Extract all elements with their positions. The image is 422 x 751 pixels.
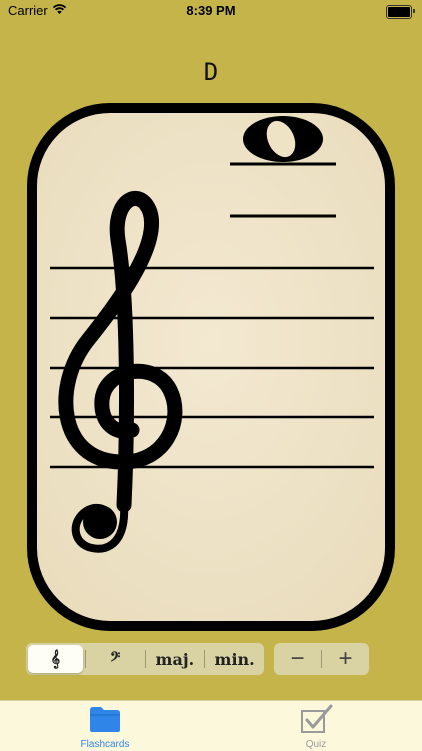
tab-flashcards[interactable]: Flashcards: [65, 704, 145, 750]
segment-major-label: maj.: [155, 649, 195, 669]
segment-major[interactable]: maj.: [148, 645, 203, 673]
tab-flashcards-label: Flashcards: [80, 739, 130, 750]
whole-note: [243, 116, 323, 162]
segment-bass[interactable]: 𝄢: [88, 645, 143, 673]
divider: [144, 650, 146, 668]
checkbox-icon: [301, 704, 333, 733]
stepper: − +: [274, 643, 369, 675]
divider: [84, 650, 86, 668]
minus-button[interactable]: −: [274, 643, 321, 675]
plus-button[interactable]: +: [322, 643, 369, 675]
flashcard[interactable]: [0, 0, 422, 700]
clef-key-segmented-control: 𝄞 𝄢 maj. min.: [26, 643, 264, 675]
tab-quiz[interactable]: Quiz: [276, 704, 356, 750]
segment-minor-label: min.: [214, 649, 255, 669]
tab-quiz-label: Quiz: [305, 739, 327, 750]
divider: [204, 650, 206, 668]
tab-bar: Flashcards Quiz: [0, 700, 422, 751]
segment-treble[interactable]: 𝄞: [28, 645, 83, 673]
treble-clef-icon: 𝄞: [50, 649, 61, 668]
folder-icon: [90, 707, 120, 732]
segment-minor[interactable]: min.: [207, 645, 262, 673]
bass-clef-icon: 𝄢: [109, 649, 121, 668]
